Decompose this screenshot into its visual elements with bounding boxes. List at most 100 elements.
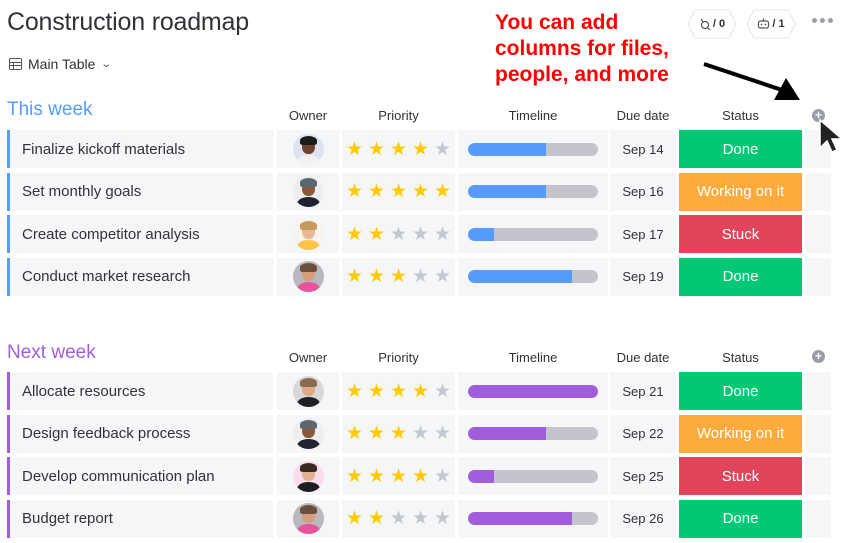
star-icon[interactable]: ★	[432, 225, 453, 244]
star-icon[interactable]: ★	[366, 267, 387, 286]
timeline-bar[interactable]	[468, 227, 598, 241]
timeline-bar[interactable]	[468, 270, 598, 283]
due-date-cell[interactable]: Sep 22	[610, 414, 676, 453]
item-name[interactable]: Create competitor analysis	[22, 226, 200, 243]
group-title[interactable]: Next week	[7, 342, 96, 364]
owner-cell[interactable]	[277, 372, 339, 410]
item-name[interactable]: Conduct market research	[22, 268, 190, 285]
item-name-cell[interactable]: Allocate resources	[7, 372, 273, 410]
owner-cell[interactable]	[277, 215, 339, 253]
avatar[interactable]	[292, 176, 324, 207]
star-icon[interactable]: ★	[344, 225, 365, 244]
priority-rating[interactable]: ★ ★ ★ ★ ★	[342, 257, 455, 296]
star-icon[interactable]: ★	[388, 182, 409, 201]
star-icon[interactable]: ★	[410, 382, 431, 401]
empty-extra-cell[interactable]	[806, 457, 831, 495]
star-icon[interactable]: ★	[388, 140, 409, 159]
star-icon[interactable]: ★	[366, 424, 387, 443]
due-date-cell[interactable]: Sep 19	[610, 257, 676, 296]
table-row[interactable]: Create competitor analysis ★ ★ ★ ★ ★ Sep 17 …	[7, 215, 831, 253]
star-icon[interactable]: ★	[388, 424, 409, 443]
priority-rating[interactable]: ★ ★ ★ ★ ★	[342, 499, 455, 538]
status-label[interactable]: Working on it	[679, 172, 802, 211]
status-label[interactable]: Done	[679, 257, 802, 296]
star-icon[interactable]: ★	[344, 467, 365, 486]
timeline-cell[interactable]	[458, 172, 608, 211]
priority-rating[interactable]: ★ ★ ★ ★ ★	[342, 215, 455, 253]
star-icon[interactable]: ★	[366, 140, 387, 159]
column-header-priority[interactable]: Priority	[342, 108, 455, 123]
timeline-cell[interactable]	[458, 499, 608, 538]
timeline-bar[interactable]	[468, 185, 598, 198]
board-title[interactable]: Construction roadmap	[7, 8, 249, 37]
column-header-priority[interactable]: Priority	[342, 350, 455, 365]
column-header-due-date[interactable]: Due date	[608, 350, 678, 365]
column-header-status[interactable]: Status	[679, 108, 802, 123]
star-icon[interactable]: ★	[410, 509, 431, 528]
priority-rating[interactable]: ★ ★ ★ ★ ★	[342, 130, 455, 168]
column-header-timeline[interactable]: Timeline	[458, 350, 608, 365]
priority-rating[interactable]: ★ ★ ★ ★ ★	[342, 457, 455, 495]
item-name[interactable]: Allocate resources	[22, 383, 145, 400]
star-icon[interactable]: ★	[410, 424, 431, 443]
item-name[interactable]: Finalize kickoff materials	[22, 141, 185, 158]
timeline-cell[interactable]	[458, 457, 608, 495]
column-header-due-date[interactable]: Due date	[608, 108, 678, 123]
empty-extra-cell[interactable]	[806, 257, 831, 296]
group-title[interactable]: This week	[7, 99, 93, 121]
column-header-timeline[interactable]: Timeline	[458, 108, 608, 123]
due-date-cell[interactable]: Sep 21	[610, 372, 676, 410]
column-header-owner[interactable]: Owner	[277, 108, 339, 123]
star-icon[interactable]: ★	[366, 467, 387, 486]
due-date-cell[interactable]: Sep 17	[610, 215, 676, 253]
item-name-cell[interactable]: Budget report	[7, 499, 273, 538]
timeline-cell[interactable]	[458, 372, 608, 410]
timeline-cell[interactable]	[458, 215, 608, 253]
star-icon[interactable]: ★	[388, 225, 409, 244]
star-icon[interactable]: ★	[344, 267, 365, 286]
star-icon[interactable]: ★	[388, 267, 409, 286]
star-icon[interactable]: ★	[366, 225, 387, 244]
empty-extra-cell[interactable]	[806, 215, 831, 253]
table-row[interactable]: Set monthly goals ★ ★ ★ ★ ★ Sep 16 Working o…	[7, 172, 831, 211]
avatar[interactable]	[292, 261, 324, 292]
owner-cell[interactable]	[277, 457, 339, 495]
more-options-button[interactable]	[812, 14, 833, 27]
star-icon[interactable]: ★	[432, 267, 453, 286]
timeline-bar[interactable]	[468, 512, 598, 525]
star-icon[interactable]: ★	[410, 225, 431, 244]
table-row[interactable]: Conduct market research ★ ★ ★ ★ ★ Sep 19 Don…	[7, 257, 831, 296]
table-row[interactable]: Finalize kickoff materials ★ ★ ★ ★ ★ Sep 14 …	[7, 130, 831, 168]
item-name[interactable]: Budget report	[22, 510, 113, 527]
integrations-button[interactable]: / 0	[687, 9, 737, 39]
owner-cell[interactable]	[277, 130, 339, 168]
timeline-cell[interactable]	[458, 414, 608, 453]
timeline-bar[interactable]	[468, 384, 598, 398]
due-date-cell[interactable]: Sep 26	[610, 499, 676, 538]
star-icon[interactable]: ★	[432, 424, 453, 443]
item-name-cell[interactable]: Develop communication plan	[7, 457, 273, 495]
empty-extra-cell[interactable]	[806, 172, 831, 211]
table-row[interactable]: Develop communication plan ★ ★ ★ ★ ★ Sep 25 …	[7, 457, 831, 495]
star-icon[interactable]: ★	[344, 140, 365, 159]
item-name[interactable]: Set monthly goals	[22, 183, 141, 200]
star-icon[interactable]: ★	[366, 182, 387, 201]
avatar[interactable]	[292, 375, 324, 407]
item-name[interactable]: Design feedback process	[22, 425, 190, 442]
avatar[interactable]	[292, 133, 324, 165]
status-label[interactable]: Done	[679, 499, 802, 538]
timeline-bar[interactable]	[468, 142, 598, 156]
status-label[interactable]: Done	[679, 130, 802, 168]
table-row[interactable]: Allocate resources ★ ★ ★ ★ ★ Sep 21 Done	[7, 372, 831, 410]
priority-rating[interactable]: ★ ★ ★ ★ ★	[342, 414, 455, 453]
star-icon[interactable]: ★	[366, 509, 387, 528]
star-icon[interactable]: ★	[432, 509, 453, 528]
avatar[interactable]	[292, 218, 324, 250]
view-selector[interactable]: Main Table ⌄	[9, 56, 113, 72]
star-icon[interactable]: ★	[410, 267, 431, 286]
table-row[interactable]: Design feedback process ★ ★ ★ ★ ★ Sep 22 Wor…	[7, 414, 831, 453]
star-icon[interactable]: ★	[366, 382, 387, 401]
timeline-bar[interactable]	[468, 469, 598, 483]
star-icon[interactable]: ★	[432, 140, 453, 159]
star-icon[interactable]: ★	[410, 467, 431, 486]
